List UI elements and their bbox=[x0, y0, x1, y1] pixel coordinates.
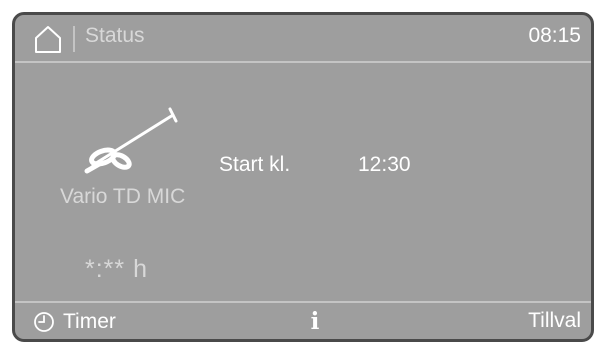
footer-bar: Timer i Tillval bbox=[15, 301, 591, 339]
start-time: 12:30 bbox=[358, 153, 411, 176]
header-bar: Status 08:15 bbox=[15, 15, 591, 63]
home-icon[interactable] bbox=[33, 24, 63, 54]
start-label: Start kl. bbox=[219, 153, 291, 176]
clock-time: 08:15 bbox=[528, 24, 581, 47]
program-name: Vario TD MIC bbox=[60, 185, 186, 208]
device-bezel: Status 08:15 Vario TD MIC Start kl. 12:3… bbox=[0, 0, 603, 352]
timer-label: Timer bbox=[63, 310, 116, 333]
options-button[interactable]: Tillval bbox=[528, 309, 581, 333]
instrument-icon bbox=[84, 107, 178, 174]
info-button[interactable]: i bbox=[303, 305, 327, 337]
header-divider bbox=[73, 26, 75, 52]
info-icon: i bbox=[310, 307, 320, 335]
timer-button[interactable]: Timer bbox=[33, 307, 116, 337]
display-screen: Status 08:15 Vario TD MIC Start kl. 12:3… bbox=[12, 12, 594, 342]
page-title: Status bbox=[85, 24, 145, 47]
clock-icon bbox=[34, 312, 54, 332]
remaining-time: *:** h bbox=[85, 255, 148, 283]
